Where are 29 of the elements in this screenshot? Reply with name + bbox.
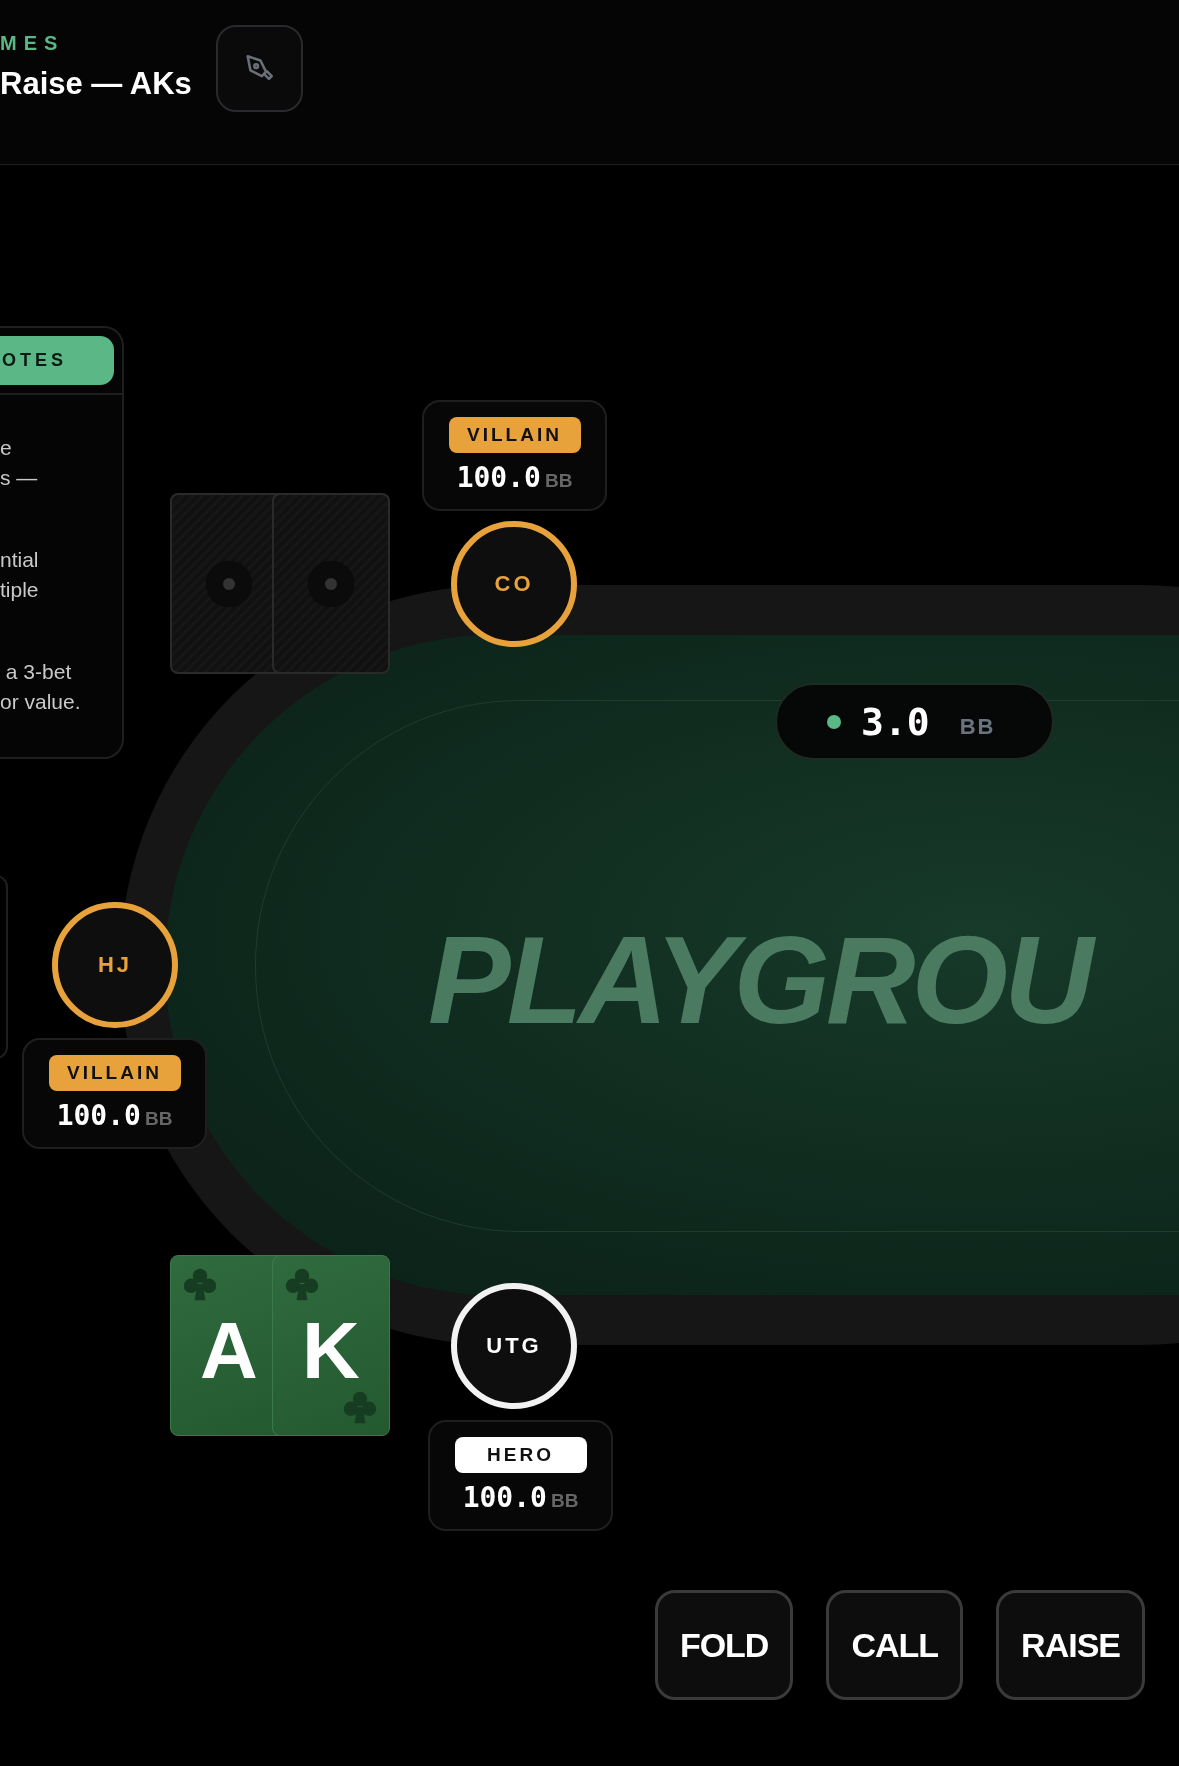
note-paragraph: ntial tiple [0,547,40,603]
club-icon [182,1266,218,1302]
note-paragraph: e s — [0,435,39,491]
note-paragraph: a 3-bet or value. [0,659,82,715]
notes-tab[interactable]: OTES [0,336,114,385]
seat-position[interactable]: HJ [52,902,178,1028]
status-dot [827,714,841,729]
club-icon [342,1389,378,1425]
seat-position[interactable]: UTG [451,1283,577,1409]
stack-unit: BB [144,1108,173,1130]
stack-amount: 100.0 [56,1099,141,1132]
club-icon [284,1266,320,1302]
player-badge: HERO [454,1437,587,1473]
pot-amount: 3.0 [861,699,930,744]
hand-title: Raise — AKs [0,66,192,102]
stack-amount: 100.0 [456,461,541,494]
seat-position[interactable]: CO [451,521,577,647]
stack-amount: 100.0 [462,1481,547,1514]
stack-unit: BB [550,1490,579,1512]
pot-unit: BB [959,713,996,740]
action-button[interactable]: FOLD [654,1590,794,1700]
edit-button[interactable] [215,25,303,112]
player-badge: VILLAIN [448,417,581,453]
playing-card: K [272,1255,390,1436]
stack-unit: BB [544,470,573,492]
action-button[interactable]: RAISE [996,1590,1145,1700]
action-button[interactable]: CALL [826,1590,964,1700]
player-badge: VILLAIN [48,1055,181,1091]
section-label: MES [0,32,66,54]
